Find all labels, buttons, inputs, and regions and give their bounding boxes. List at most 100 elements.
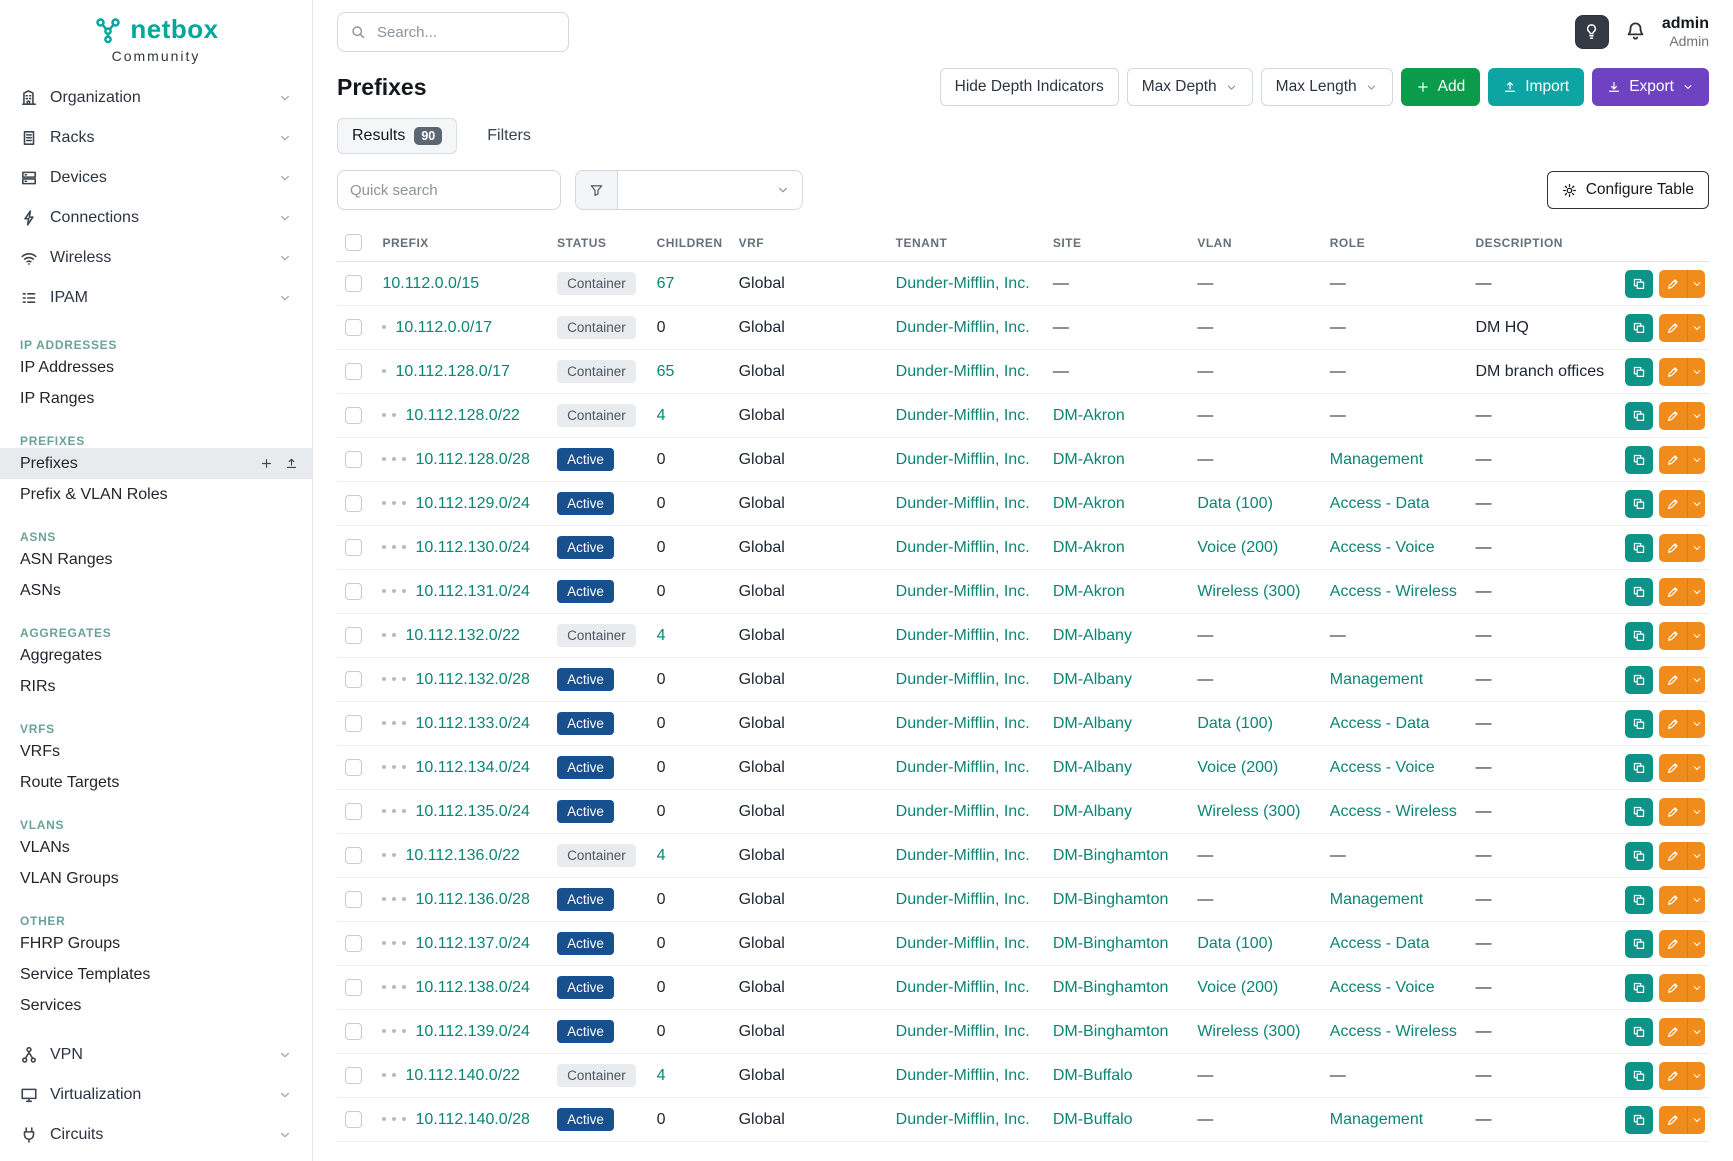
clone-button[interactable] <box>1625 446 1653 474</box>
site-link[interactable]: DM-Binghamton <box>1053 891 1169 908</box>
edit-dropdown-toggle[interactable] <box>1687 1018 1705 1046</box>
prefix-link[interactable]: 10.112.128.0/22 <box>405 407 519 424</box>
add-button[interactable]: Add <box>1401 68 1481 106</box>
site-link[interactable]: DM-Binghamton <box>1053 979 1169 996</box>
vlan-link[interactable]: Data (100) <box>1197 935 1273 952</box>
sidebar-item-vlans[interactable]: VLANs <box>0 832 312 863</box>
role-link[interactable]: Management <box>1330 671 1423 688</box>
site-link[interactable]: DM-Binghamton <box>1053 1023 1169 1040</box>
sidebar-item-organization[interactable]: Organization <box>0 78 312 118</box>
saved-filter-select[interactable] <box>617 170 803 210</box>
site-link[interactable]: DM-Binghamton <box>1053 847 1169 864</box>
edit-dropdown-toggle[interactable] <box>1687 754 1705 782</box>
edit-button[interactable] <box>1659 446 1687 474</box>
role-link[interactable]: Access - Wireless <box>1330 803 1457 820</box>
edit-button[interactable] <box>1659 1106 1687 1134</box>
row-checkbox[interactable] <box>345 539 362 556</box>
vlan-link[interactable]: Voice (200) <box>1197 539 1278 556</box>
sidebar-item-rirs[interactable]: RIRs <box>0 671 312 702</box>
tenant-link[interactable]: Dunder-Mifflin, Inc. <box>896 275 1030 292</box>
prefix-link[interactable]: 10.112.140.0/22 <box>405 1067 519 1084</box>
row-checkbox[interactable] <box>345 583 362 600</box>
children-count-link[interactable]: 67 <box>657 275 675 292</box>
tab-results[interactable]: Results 90 <box>337 118 457 154</box>
tenant-link[interactable]: Dunder-Mifflin, Inc. <box>896 935 1030 952</box>
prefix-link[interactable]: 10.112.132.0/22 <box>405 627 519 644</box>
children-count-link[interactable]: 4 <box>657 407 666 424</box>
edit-dropdown-toggle[interactable] <box>1687 930 1705 958</box>
tenant-link[interactable]: Dunder-Mifflin, Inc. <box>896 627 1030 644</box>
row-checkbox[interactable] <box>345 935 362 952</box>
column-header-status[interactable]: STATUS <box>549 222 648 262</box>
row-checkbox[interactable] <box>345 891 362 908</box>
edit-button[interactable] <box>1659 578 1687 606</box>
clone-button[interactable] <box>1625 314 1653 342</box>
filter-button[interactable] <box>575 170 617 210</box>
sidebar-item-service-templates[interactable]: Service Templates <box>0 959 312 990</box>
edit-dropdown-toggle[interactable] <box>1687 1062 1705 1090</box>
clone-button[interactable] <box>1625 490 1653 518</box>
children-count-link[interactable]: 4 <box>657 627 666 644</box>
role-link[interactable]: Management <box>1330 1111 1423 1128</box>
edit-dropdown-toggle[interactable] <box>1687 974 1705 1002</box>
sidebar-item-ip-ranges[interactable]: IP Ranges <box>0 383 312 414</box>
vlan-link[interactable]: Data (100) <box>1197 715 1273 732</box>
global-search[interactable] <box>337 12 569 52</box>
sidebar-item-asn-ranges[interactable]: ASN Ranges <box>0 544 312 575</box>
row-checkbox[interactable] <box>345 495 362 512</box>
edit-button[interactable] <box>1659 1018 1687 1046</box>
site-link[interactable]: DM-Binghamton <box>1053 935 1169 952</box>
edit-dropdown-toggle[interactable] <box>1687 842 1705 870</box>
role-link[interactable]: Access - Data <box>1330 495 1430 512</box>
children-count-link[interactable]: 65 <box>657 363 675 380</box>
edit-dropdown-toggle[interactable] <box>1687 622 1705 650</box>
sidebar-item-racks[interactable]: Racks <box>0 118 312 158</box>
tenant-link[interactable]: Dunder-Mifflin, Inc. <box>896 891 1030 908</box>
clone-button[interactable] <box>1625 1062 1653 1090</box>
clone-button[interactable] <box>1625 754 1653 782</box>
sidebar-item-vpn[interactable]: VPN <box>0 1035 312 1075</box>
max-length-dropdown[interactable]: Max Length <box>1261 68 1393 106</box>
edit-dropdown-toggle[interactable] <box>1687 358 1705 386</box>
prefix-link[interactable]: 10.112.139.0/24 <box>415 1023 529 1040</box>
tenant-link[interactable]: Dunder-Mifflin, Inc. <box>896 495 1030 512</box>
max-depth-dropdown[interactable]: Max Depth <box>1127 68 1253 106</box>
edit-button[interactable] <box>1659 270 1687 298</box>
role-link[interactable]: Management <box>1330 891 1423 908</box>
children-count-link[interactable]: 4 <box>657 847 666 864</box>
notifications-button[interactable] <box>1625 21 1646 42</box>
edit-dropdown-toggle[interactable] <box>1687 578 1705 606</box>
clone-button[interactable] <box>1625 666 1653 694</box>
site-link[interactable]: DM-Buffalo <box>1053 1111 1133 1128</box>
sidebar-item-ipam[interactable]: IPAM <box>0 278 312 318</box>
edit-button[interactable] <box>1659 534 1687 562</box>
site-link[interactable]: DM-Akron <box>1053 539 1125 556</box>
column-header-tenant[interactable]: TENANT <box>888 222 1045 262</box>
site-link[interactable]: DM-Buffalo <box>1053 1067 1133 1084</box>
prefix-link[interactable]: 10.112.128.0/17 <box>395 363 509 380</box>
edit-button[interactable] <box>1659 710 1687 738</box>
column-header-vlan[interactable]: VLAN <box>1189 222 1321 262</box>
row-checkbox[interactable] <box>345 451 362 468</box>
tenant-link[interactable]: Dunder-Mifflin, Inc. <box>896 319 1030 336</box>
role-link[interactable]: Access - Voice <box>1330 759 1435 776</box>
row-checkbox[interactable] <box>345 319 362 336</box>
prefix-link[interactable]: 10.112.140.0/28 <box>415 1111 529 1128</box>
role-link[interactable]: Access - Data <box>1330 715 1430 732</box>
row-checkbox[interactable] <box>345 759 362 776</box>
clone-button[interactable] <box>1625 358 1653 386</box>
row-checkbox[interactable] <box>345 1023 362 1040</box>
site-link[interactable]: DM-Albany <box>1053 759 1132 776</box>
tenant-link[interactable]: Dunder-Mifflin, Inc. <box>896 583 1030 600</box>
sidebar-item-devices[interactable]: Devices <box>0 158 312 198</box>
clone-button[interactable] <box>1625 974 1653 1002</box>
vlan-link[interactable]: Wireless (300) <box>1197 1023 1300 1040</box>
edit-dropdown-toggle[interactable] <box>1687 798 1705 826</box>
row-checkbox[interactable] <box>345 803 362 820</box>
clone-button[interactable] <box>1625 622 1653 650</box>
edit-button[interactable] <box>1659 974 1687 1002</box>
tenant-link[interactable]: Dunder-Mifflin, Inc. <box>896 539 1030 556</box>
edit-button[interactable] <box>1659 886 1687 914</box>
sidebar-item-prefixes[interactable]: Prefixes <box>0 448 312 479</box>
clone-button[interactable] <box>1625 1018 1653 1046</box>
